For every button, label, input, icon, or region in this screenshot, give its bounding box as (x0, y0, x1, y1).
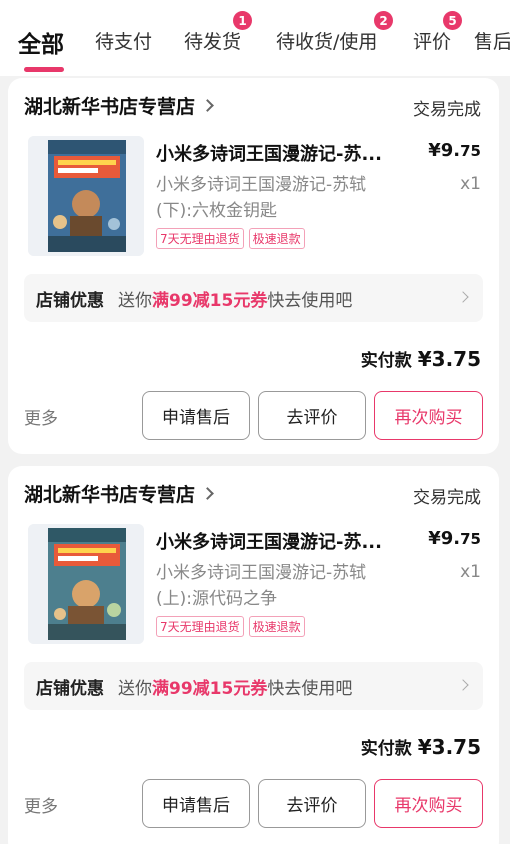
more-button[interactable]: 更多 (24, 404, 58, 429)
paid-label: 实付款 (360, 351, 412, 371)
paid-label: 实付款 (360, 739, 412, 759)
product-price: ¥9.75 (428, 140, 481, 161)
product-subtitle: 小米多诗词王国漫游记-苏轼 (下):六枚金钥匙 (156, 175, 367, 221)
active-tab-indicator (24, 67, 64, 72)
product-title[interactable]: 小米多诗词王国漫游记-苏... (156, 140, 406, 166)
product-cover-image[interactable] (28, 136, 144, 256)
product-title[interactable]: 小米多诗词王国漫游记-苏... (156, 528, 406, 554)
chevron-right-icon (201, 487, 214, 500)
store-promo-bar[interactable]: 店铺优惠 送你满99减15元券快去使用吧 (24, 662, 483, 710)
paid-value: ¥3.75 (417, 735, 481, 759)
chevron-right-icon (457, 291, 469, 303)
paid-amount: 实付款 ¥3.75 (361, 734, 481, 759)
store-promo-bar[interactable]: 店铺优惠 送你满99减15元券快去使用吧 (24, 274, 483, 322)
product-price: ¥9.75 (428, 528, 481, 549)
pending-receipt-badge: 2 (374, 11, 393, 30)
tag-7day-return: 7天无理由退货 (156, 228, 244, 249)
pending-shipment-badge: 1 (233, 11, 252, 30)
review-badge: 5 (443, 11, 462, 30)
paid-value: ¥3.75 (417, 347, 481, 371)
service-tags: 7天无理由退货 极速退款 (156, 616, 305, 637)
product-quantity: x1 (460, 174, 481, 194)
promo-title: 店铺优惠 (36, 290, 104, 311)
chevron-right-icon (201, 99, 214, 112)
service-tags: 7天无理由退货 极速退款 (156, 228, 305, 249)
store-name: 湖北新华书店专营店 (24, 96, 196, 118)
tab-review[interactable]: 评价 (413, 27, 451, 54)
promo-title: 店铺优惠 (36, 678, 104, 699)
order-status: 交易完成 (413, 100, 481, 120)
tag-fast-refund: 极速退款 (248, 228, 305, 249)
tag-fast-refund: 极速退款 (248, 616, 305, 637)
product-subtitle: 小米多诗词王国漫游记-苏轼 (上):源代码之争 (156, 563, 367, 609)
tag-7day-return: 7天无理由退货 (156, 616, 244, 637)
chevron-right-icon (457, 679, 469, 691)
tab-after-sale[interactable]: 售后 (474, 27, 510, 54)
promo-text: 送你满99减15元券快去使用吧 (118, 290, 353, 311)
order-card: 湖北新华书店专营店 交易完成 小米多诗词王国漫游记-苏... ¥9.75 小米多… (8, 78, 499, 454)
tab-all[interactable]: 全部 (18, 25, 64, 59)
buy-again-button[interactable]: 再次购买 (374, 779, 483, 828)
product-cover-image[interactable] (28, 524, 144, 644)
tab-pending-payment[interactable]: 待支付 (95, 27, 152, 54)
paid-amount: 实付款 ¥3.75 (361, 346, 481, 371)
store-link[interactable]: 湖北新华书店专营店 (24, 92, 214, 119)
store-name: 湖北新华书店专营店 (24, 484, 196, 506)
order-card: 湖北新华书店专营店 交易完成 小米多诗词王国漫游记-苏... ¥9.75 小米多… (8, 466, 499, 844)
review-button[interactable]: 去评价 (258, 779, 366, 828)
apply-after-sale-button[interactable]: 申请售后 (142, 391, 250, 440)
more-button[interactable]: 更多 (24, 792, 58, 817)
store-link[interactable]: 湖北新华书店专营店 (24, 480, 214, 507)
review-button[interactable]: 去评价 (258, 391, 366, 440)
apply-after-sale-button[interactable]: 申请售后 (142, 779, 250, 828)
tab-pending-shipment[interactable]: 待发货 (184, 27, 241, 54)
promo-text: 送你满99减15元券快去使用吧 (118, 678, 353, 699)
order-status: 交易完成 (413, 488, 481, 508)
tab-pending-receipt[interactable]: 待收货/使用 (276, 27, 377, 54)
order-tabs: 全部 待支付 待发货 1 待收货/使用 2 评价 5 售后 (0, 0, 510, 76)
buy-again-button[interactable]: 再次购买 (374, 391, 483, 440)
product-quantity: x1 (460, 562, 481, 582)
